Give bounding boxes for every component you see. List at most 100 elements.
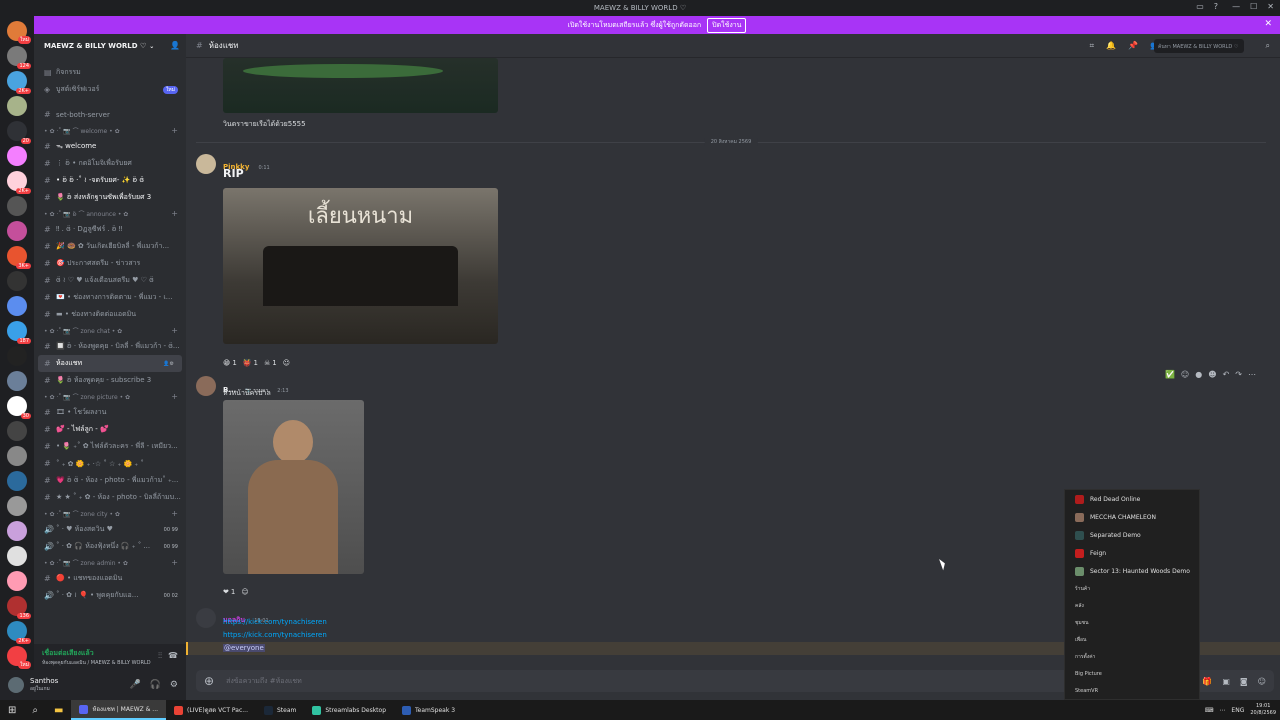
text-channel[interactable]: # ⋮ ʚ̈ • กดอิโมจิเพื่อรับยศ (34, 155, 186, 172)
server-icon[interactable] (7, 546, 27, 566)
jump-list-game[interactable]: Red Dead Online (1065, 490, 1199, 508)
category-header[interactable]: • ✿ ·˚ 📷 ⌒ zone chat • ✿ + (34, 323, 186, 338)
jump-list-item[interactable]: เพื่อน (1065, 631, 1199, 648)
add-channel-icon[interactable]: + (171, 126, 178, 135)
server-icon[interactable] (7, 496, 27, 516)
category-header[interactable]: • ✿ ·˚ 📷 ⌒ zone picture • ✿ + (34, 389, 186, 404)
voice-channel[interactable]: 🔊 ˚ · ✿ ≀ 🎈 • พูดคุยกับแอ... 00 02 (34, 587, 186, 604)
maximize-icon[interactable]: ☐ (1250, 2, 1257, 11)
emoji-picker-icon[interactable]: ☺ (1258, 677, 1266, 686)
taskbar-app[interactable]: Streamlabs Desktop (304, 700, 394, 720)
text-channel[interactable]: # 💗 ʚ̈ ɞ̈ - ห้อง - photo - พี่แมวก้าม˚ ₊.… (34, 472, 186, 489)
text-channel[interactable]: # 🔲 ʚ̈ · ห้องพูดคุย - บิลลี่ - พี่แมวก้า … (34, 338, 186, 355)
close-icon[interactable]: ✕ (1267, 2, 1274, 11)
add-channel-icon[interactable]: + (171, 509, 178, 518)
text-channel[interactable]: # 🎯 ประกาศสตรีม - ข่าวสาร (34, 255, 186, 272)
reaction-chip[interactable]: ☠ 1 (264, 359, 277, 367)
tray-icons[interactable]: ⋯ (1219, 707, 1225, 714)
reaction-icon[interactable]: ● (1195, 370, 1202, 379)
language-indicator[interactable]: ENG (1231, 707, 1244, 714)
add-channel-icon[interactable]: + (171, 326, 178, 335)
server-icon[interactable] (7, 221, 27, 241)
search-icon[interactable]: ⌕ (1266, 41, 1270, 51)
server-icon[interactable] (7, 521, 27, 541)
add-reaction-icon[interactable]: ☻ (1208, 370, 1216, 379)
clock[interactable]: 19:01 20/8/2569 (1250, 703, 1276, 717)
emoji-icon[interactable]: ☺ (1181, 370, 1189, 379)
add-channel-icon[interactable]: + (171, 209, 178, 218)
file-explorer-button[interactable]: ▬ (46, 700, 71, 720)
server-icon[interactable]: 2K+ (7, 171, 31, 194)
text-channel[interactable]: # • 🌷 ₊˚ ✿ ไฟล์ตัวละคร - พี่ลี - เหมียว..… (34, 438, 186, 455)
jump-list-item[interactable]: SteamVR (1065, 682, 1199, 699)
start-button[interactable]: ⊞ (0, 700, 24, 720)
avatar[interactable] (196, 608, 216, 628)
add-channel-icon[interactable]: + (171, 558, 178, 567)
server-icon[interactable]: ใหม่ (7, 21, 31, 44)
server-icon[interactable]: 187 (7, 321, 31, 344)
voice-channel[interactable]: 🔊 ˚ · ♥ ห้องสดวิน ♥ 00 99 (34, 521, 186, 538)
add-channel-icon[interactable]: + (171, 392, 178, 401)
server-icon[interactable]: 20 (7, 121, 31, 144)
avatar[interactable] (196, 376, 216, 396)
reaction-chip[interactable]: 👹 1 (243, 359, 258, 367)
reaction-chip[interactable]: 😁 1 (223, 359, 237, 367)
text-channel[interactable]: # 💌 • ช่องทางการติดตาม - พี่แมว - เ... (34, 289, 186, 306)
server-icon[interactable] (7, 446, 27, 466)
server-icon[interactable] (7, 296, 27, 316)
server-icon[interactable] (7, 346, 27, 366)
server-icon[interactable] (7, 146, 27, 166)
reply-icon[interactable]: ↶ (1223, 370, 1230, 379)
text-channel[interactable]: # ห้องแชท 👤⚙ (38, 355, 182, 372)
server-icon[interactable]: 124 (7, 46, 31, 69)
text-channel[interactable]: # ‼ . ɞ̈ · Dฏลูซีฟร์ . ʚ̈ ‼ (34, 221, 186, 238)
avatar[interactable] (8, 677, 24, 693)
server-header[interactable]: MAEWZ & BILLY WORLD ♡ ⌄ 👤 (34, 34, 186, 58)
server-icon[interactable]: 2K+ (7, 621, 31, 644)
reaction-chip[interactable]: ❤ 1 (223, 588, 235, 596)
jump-list-game[interactable]: MECCHA CHAMELEON (1065, 508, 1199, 526)
boost-item[interactable]: ◈ บูสต์เซิร์ฟเวอร์ ใหม่ (34, 81, 186, 98)
everyone-mention[interactable]: @everyone (223, 644, 265, 652)
jump-list-item[interactable]: คลัง (1065, 597, 1199, 614)
jump-list-item[interactable]: Big Picture (1065, 665, 1199, 682)
server-icon[interactable] (7, 96, 27, 116)
voice-channel[interactable]: 🔊 ˚ · ✿ 🎧 ห้องฟุ้งหนึ่ง 🎧 ₊ ˚ ... 00 99 (34, 538, 186, 555)
server-icon[interactable] (7, 421, 27, 441)
text-channel[interactable]: # • ʚ̈ ʚ̈ ·˚ ≀ -จดรับยศ- ✨ ʚ̈ ɞ̈ (34, 172, 186, 189)
add-reaction-icon[interactable]: ☺ (283, 359, 290, 367)
server-icon[interactable] (7, 371, 27, 391)
category-header[interactable]: • ✿ ·˚ 📷 ⌒ zone admin • ✿ + (34, 555, 186, 570)
jump-list-item[interactable]: การตั้งค่า (1065, 648, 1199, 665)
add-user-icon[interactable]: 👤 (170, 41, 180, 50)
text-channel[interactable]: # ɞ̈ ≀ ♡ ♥ แจ้งเตือนสตรีม ♥ ♡ ɞ̈ (34, 272, 186, 289)
message-link[interactable]: https://kick.com/tynachiseren (223, 631, 327, 639)
text-channel[interactable]: # 🔴 • แชทของแอดมิน (34, 570, 186, 587)
gif-icon[interactable]: ▣ (1222, 677, 1230, 686)
search-input[interactable]: ค้นหา MAEWZ & BILLY WORLD ♡ (1154, 38, 1244, 53)
sticker-icon[interactable]: ◙ (1240, 677, 1248, 686)
image-attachment[interactable] (223, 58, 498, 113)
taskbar-app[interactable]: ห้องแชท | MAEWZ & ... (71, 700, 167, 720)
help-icon[interactable]: ? (1214, 2, 1218, 11)
jump-list-game[interactable]: Feign (1065, 544, 1199, 562)
portrait-image[interactable] (223, 400, 364, 574)
gift-icon[interactable]: 🎁 (1202, 677, 1212, 686)
text-channel[interactable]: # ᯓ welcome (34, 138, 186, 155)
pin-icon[interactable]: 📌 (1128, 41, 1138, 51)
jump-list-game[interactable]: Separated Demo (1065, 526, 1199, 544)
activity-item[interactable]: ▤ กิจกรรม (34, 64, 186, 81)
taskbar-app[interactable]: Steam (256, 700, 304, 720)
inbox-icon[interactable]: ▭ (1196, 2, 1204, 11)
jump-list-game[interactable]: Sector 13: Haunted Woods Demo (1065, 562, 1199, 580)
taskbar-search-button[interactable]: ⌕ (24, 700, 46, 720)
server-icon[interactable]: 136 (7, 596, 31, 619)
bell-icon[interactable]: 🔔 (1106, 41, 1116, 51)
jump-list-item[interactable]: ชุมชน (1065, 614, 1199, 631)
avatar[interactable] (196, 154, 216, 174)
text-channel[interactable]: # 🎉 🍩 ✿ วันเกิดเฮียบิลลี่ - พี่แมวก้า... (34, 238, 186, 255)
add-reaction-icon[interactable]: ☺ (241, 588, 248, 596)
keyboard-icon[interactable]: ⌨ (1205, 707, 1214, 714)
category-header[interactable]: • ✿ ·˚ 📷 ⌒ welcome • ✿ + (34, 123, 186, 138)
server-icon[interactable] (7, 271, 27, 291)
